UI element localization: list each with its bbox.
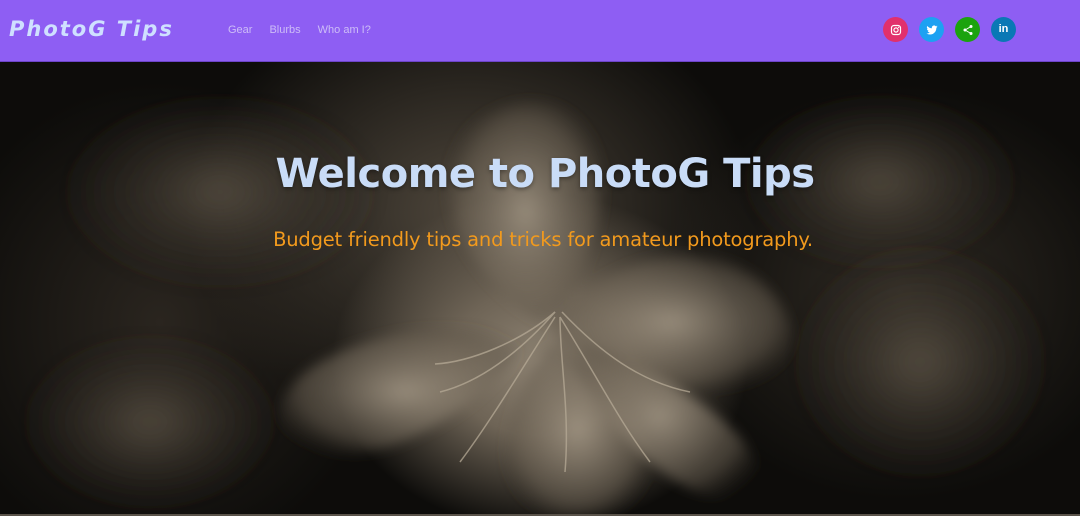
linkedin-button[interactable]: in: [991, 17, 1016, 42]
nav-link-who-am-i[interactable]: Who am I?: [318, 24, 371, 36]
hero-subtitle: Budget friendly tips and tricks for amat…: [273, 228, 813, 251]
hero-title: Welcome to PhotoG Tips: [275, 151, 815, 197]
instagram-icon: [890, 24, 901, 35]
linkedin-icon: in: [998, 23, 1009, 35]
share-icon: [963, 24, 972, 35]
hero-section: Welcome to PhotoG Tips Budget friendly t…: [0, 62, 1080, 516]
instagram-button[interactable]: [883, 17, 908, 42]
share-button[interactable]: [955, 17, 980, 42]
navbar: PhotoG Tips Gear Blurbs Who am I? in: [0, 0, 1080, 62]
twitter-button[interactable]: [919, 17, 944, 42]
nav-link-blurbs[interactable]: Blurbs: [269, 24, 300, 36]
twitter-icon: [926, 24, 937, 35]
nav-link-gear[interactable]: Gear: [228, 24, 252, 36]
nav-links: Gear Blurbs Who am I?: [228, 24, 388, 36]
brand-logo[interactable]: PhotoG Tips: [9, 17, 174, 41]
social-links: in: [883, 17, 1027, 42]
hero-background-image: [30, 101, 1040, 516]
